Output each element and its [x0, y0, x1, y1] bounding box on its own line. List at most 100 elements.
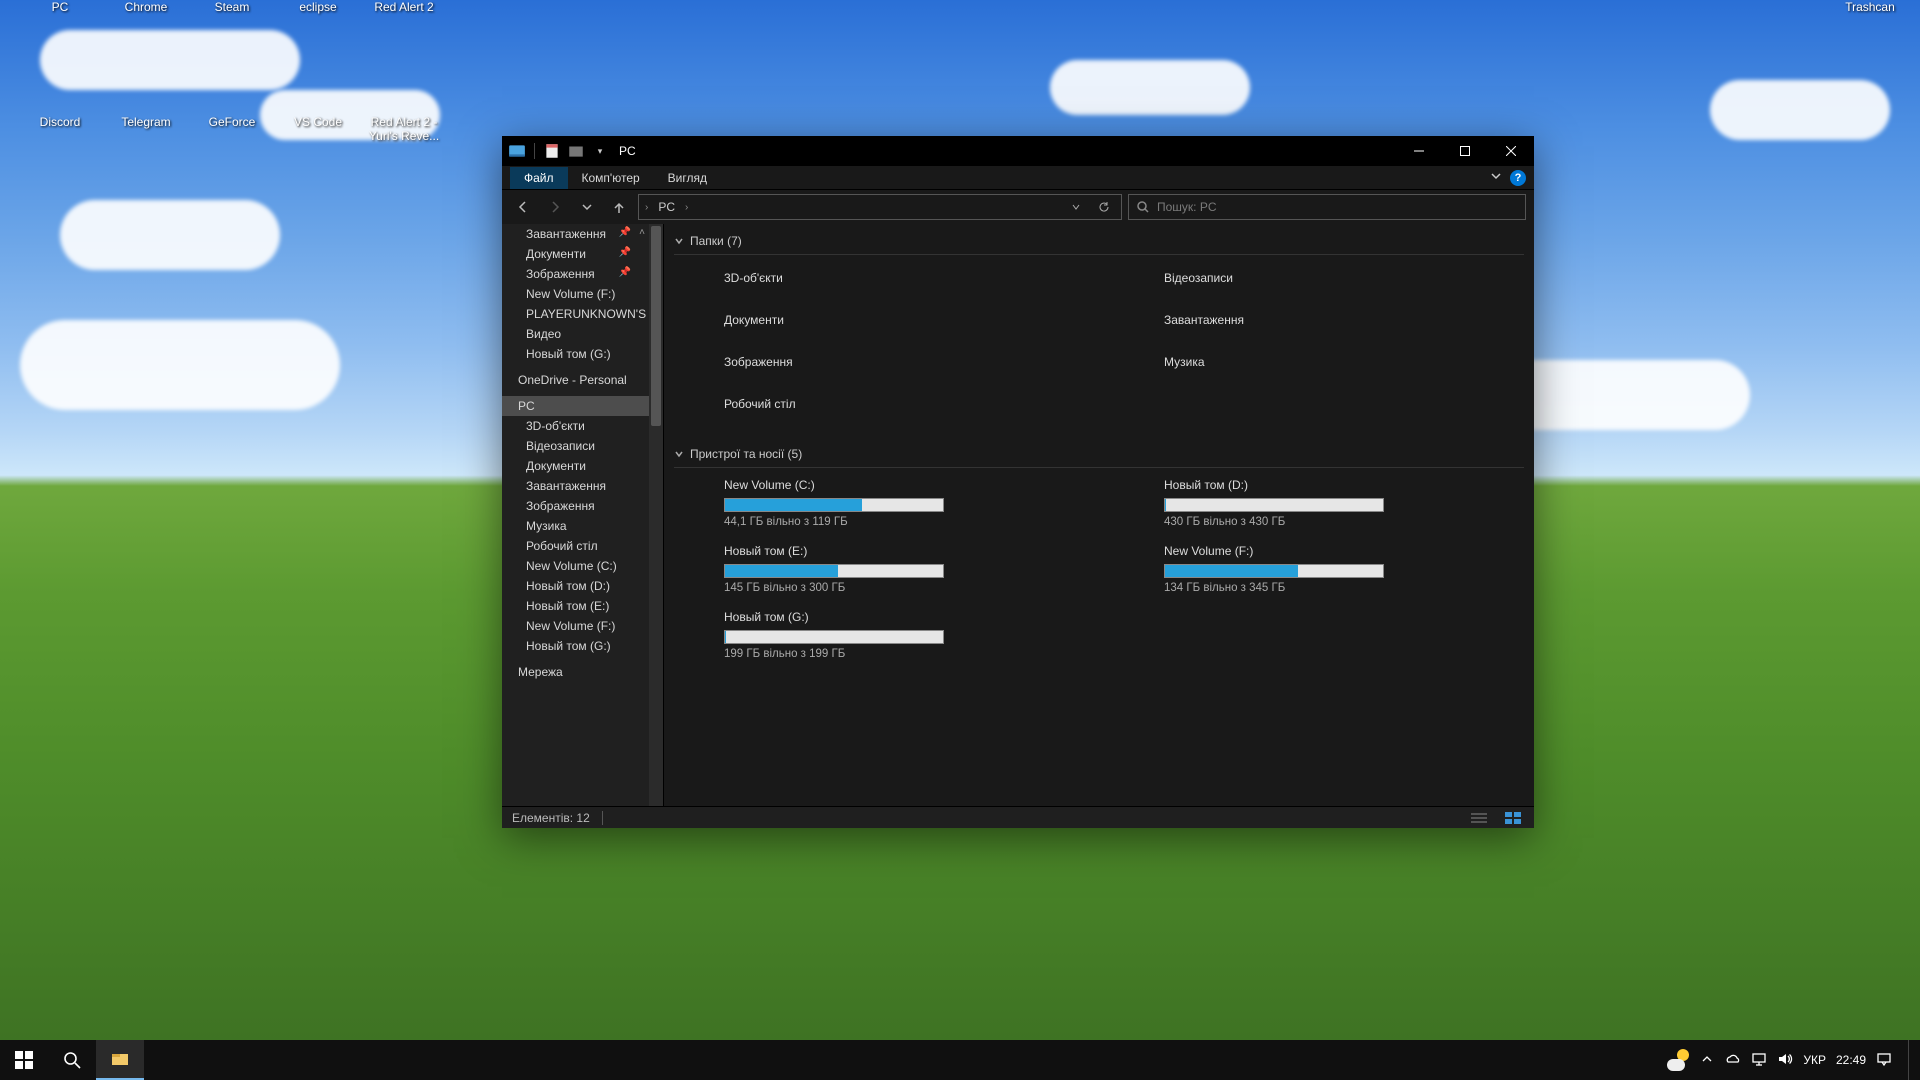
folder-item[interactable]: Зображення	[724, 345, 1084, 387]
view-tiles-button[interactable]	[1502, 810, 1524, 826]
desktop-icon-trashcan[interactable]: Trashcan	[1830, 0, 1910, 14]
section-folders-title: Папки (7)	[690, 234, 742, 248]
desktop-icon[interactable]: Steam	[192, 0, 272, 14]
file-explorer-window[interactable]: ▾ PC Файл Комп'ютер Вигляд ?	[502, 136, 1534, 828]
quick-customize-dropdown[interactable]: ▾	[591, 142, 609, 160]
quick-newfolder-icon[interactable]	[567, 142, 585, 160]
content-pane[interactable]: Папки (7) 3D-об'єкти Відеозаписи Документи…	[664, 224, 1534, 806]
folder-item[interactable]: Завантаження	[1164, 303, 1524, 345]
folder-item[interactable]: Відеозаписи	[1164, 261, 1524, 303]
desktop: PC Chrome Steam eclipse Red Alert 2 Discord Te…	[0, 0, 1920, 1080]
folder-item[interactable]: Музика	[1164, 345, 1524, 387]
tree-item[interactable]: Робочий стіл	[502, 536, 663, 556]
desktop-icon[interactable]: VS Code	[278, 115, 358, 129]
tree-item[interactable]: Завантаження📌˄	[502, 224, 663, 244]
nav-recent-dropdown[interactable]	[574, 194, 600, 220]
start-button[interactable]	[0, 1040, 48, 1080]
drive-item[interactable]: New Volume (C:)44,1 ГБ вільно з 119 ГБ	[724, 474, 1084, 540]
desktop-icon[interactable]: Discord	[20, 115, 100, 129]
system-tray: УКР 22:49	[1667, 1040, 1920, 1080]
drive-free-text: 134 ГБ вільно з 345 ГБ	[1164, 582, 1524, 594]
nav-back-button[interactable]	[510, 194, 536, 220]
search-box[interactable]	[1128, 194, 1526, 220]
taskbar-search-button[interactable]	[48, 1040, 96, 1080]
show-desktop-button[interactable]	[1908, 1040, 1914, 1080]
desktop-icon[interactable]: GeForce	[192, 115, 272, 129]
search-input[interactable]	[1157, 200, 1517, 214]
titlebar[interactable]: ▾ PC	[502, 136, 1534, 166]
tree-item[interactable]: Новый том (G:)	[502, 636, 663, 656]
tray-overflow-icon[interactable]	[1699, 1051, 1715, 1070]
address-history-dropdown[interactable]	[1065, 202, 1087, 212]
tree-item[interactable]: New Volume (C:)	[502, 556, 663, 576]
tree-item[interactable]: Видео	[502, 324, 663, 344]
desktop-icon[interactable]: Red Alert 2	[364, 0, 444, 14]
status-bar: Елементів: 12	[502, 806, 1534, 828]
nav-forward-button[interactable]	[542, 194, 568, 220]
folder-item[interactable]: 3D-об'єкти	[724, 261, 1084, 303]
desktop-icon[interactable]: Chrome	[106, 0, 186, 14]
drive-item[interactable]: Новый том (D:)430 ГБ вільно з 430 ГБ	[1164, 474, 1524, 540]
volume-icon[interactable]	[1777, 1051, 1793, 1070]
tree-item[interactable]: Документи📌	[502, 244, 663, 264]
folder-item[interactable]: Робочий стіл	[724, 387, 1084, 429]
tree-item[interactable]: Новый том (G:)	[502, 344, 663, 364]
status-item-count: Елементів: 12	[512, 811, 590, 825]
action-center-icon[interactable]	[1876, 1051, 1892, 1070]
tree-item[interactable]: Завантаження	[502, 476, 663, 496]
tree-item[interactable]: Музика	[502, 516, 663, 536]
ribbon-collapse-icon[interactable]	[1490, 170, 1502, 185]
onedrive-icon[interactable]	[1725, 1051, 1741, 1070]
desktop-icon[interactable]: Red Alert 2 - Yuri's Reve...	[364, 115, 444, 143]
navigation-bar: › PC ›	[502, 190, 1534, 224]
tree-item[interactable]: Новый том (E:)	[502, 596, 663, 616]
tree-item[interactable]: New Volume (F:)	[502, 616, 663, 636]
tree-item[interactable]: PC	[502, 396, 663, 416]
quick-properties-icon[interactable]	[543, 142, 561, 160]
tree-item[interactable]: Документи	[502, 456, 663, 476]
network-icon[interactable]	[1751, 1051, 1767, 1070]
tree-item[interactable]: Мережа	[502, 662, 663, 682]
tree-item[interactable]: PLAYERUNKNOWN'S	[502, 304, 663, 324]
view-details-button[interactable]	[1468, 810, 1490, 826]
tree-item[interactable]: New Volume (F:)	[502, 284, 663, 304]
drive-item[interactable]: Новый том (E:)145 ГБ вільно з 300 ГБ	[724, 540, 1084, 606]
close-button[interactable]	[1488, 136, 1534, 166]
maximize-button[interactable]	[1442, 136, 1488, 166]
drive-free-text: 44,1 ГБ вільно з 119 ГБ	[724, 516, 1084, 528]
chevron-down-icon	[674, 236, 684, 246]
folder-item[interactable]: Документи	[724, 303, 1084, 345]
clock[interactable]: 22:49	[1836, 1053, 1866, 1067]
weather-icon[interactable]	[1667, 1049, 1689, 1071]
tree-item[interactable]: Новый том (D:)	[502, 576, 663, 596]
tree-item[interactable]: OneDrive - Personal	[502, 370, 663, 390]
tree-item[interactable]: 3D-об'єкти	[502, 416, 663, 436]
tree-item[interactable]: Зображення📌	[502, 264, 663, 284]
address-bar[interactable]: › PC ›	[638, 194, 1122, 220]
refresh-button[interactable]	[1093, 201, 1115, 213]
tab-computer[interactable]: Комп'ютер	[568, 167, 654, 189]
desktop-icon[interactable]: Telegram	[106, 115, 186, 129]
drive-free-text: 145 ГБ вільно з 300 ГБ	[724, 582, 1084, 594]
taskbar-explorer-button[interactable]	[96, 1040, 144, 1080]
taskbar[interactable]: УКР 22:49	[0, 1040, 1920, 1080]
tree-item[interactable]: Зображення	[502, 496, 663, 516]
desktop-icon[interactable]: PC	[20, 0, 100, 14]
drive-free-text: 430 ГБ вільно з 430 ГБ	[1164, 516, 1524, 528]
tab-file[interactable]: Файл	[510, 167, 568, 189]
tree-scrollbar[interactable]	[649, 224, 663, 806]
drive-usage-bar	[724, 630, 944, 644]
input-language[interactable]: УКР	[1803, 1053, 1826, 1067]
drive-item[interactable]: Новый том (G:)199 ГБ вільно з 199 ГБ	[724, 606, 1084, 672]
section-drives-header[interactable]: Пристрої та носії (5)	[674, 443, 1524, 465]
tab-view[interactable]: Вигляд	[654, 167, 721, 189]
section-folders-header[interactable]: Папки (7)	[674, 230, 1524, 252]
drive-item[interactable]: New Volume (F:)134 ГБ вільно з 345 ГБ	[1164, 540, 1524, 606]
minimize-button[interactable]	[1396, 136, 1442, 166]
help-icon[interactable]: ?	[1510, 170, 1526, 186]
breadcrumb-pc[interactable]: PC	[654, 200, 679, 214]
nav-up-button[interactable]	[606, 194, 632, 220]
tree-item[interactable]: Відеозаписи	[502, 436, 663, 456]
desktop-icon[interactable]: eclipse	[278, 0, 358, 14]
navigation-tree[interactable]: Завантаження📌˄Документи📌Зображення📌New V…	[502, 224, 664, 806]
